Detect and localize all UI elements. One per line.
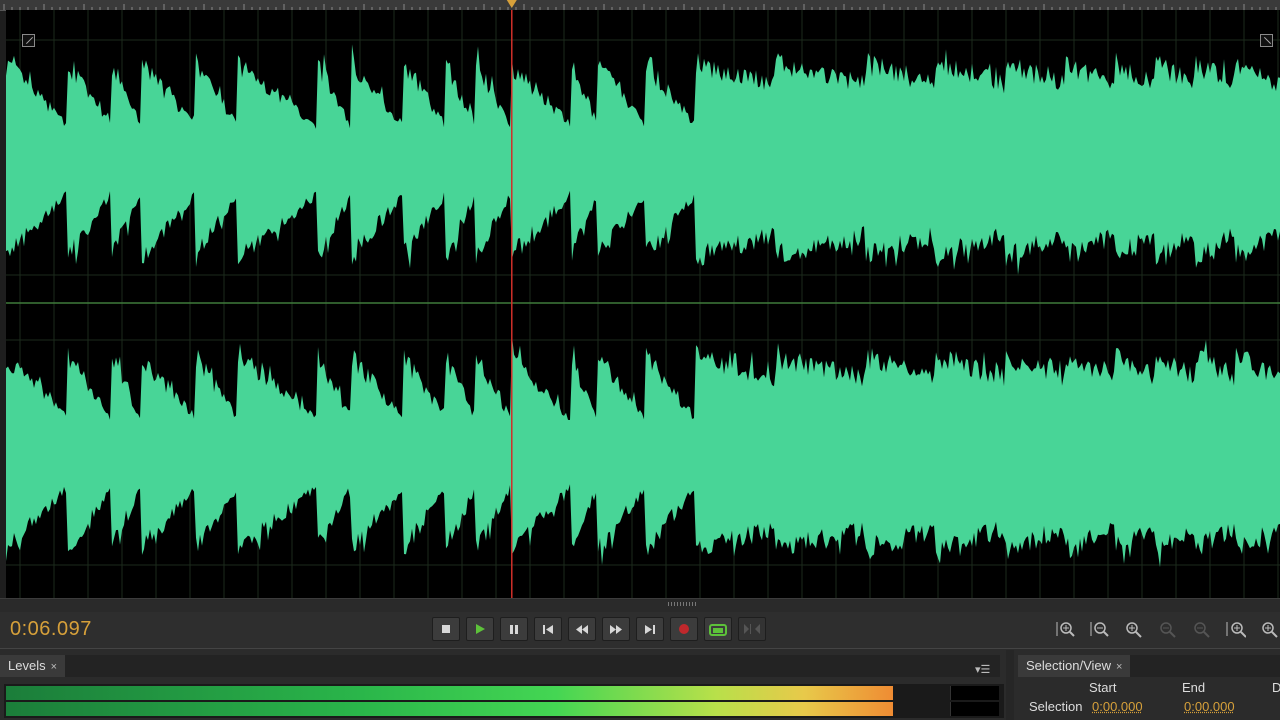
bottom-panels: Levels × ▾☰ Selection/View × Start End D S… [0, 650, 1280, 720]
skip-selection-icon [744, 624, 760, 634]
zoom-in-amplitude-icon [1056, 622, 1075, 637]
tab-selection-view-label: Selection/View [1026, 658, 1112, 673]
expand-right-icon[interactable] [1260, 34, 1273, 47]
start-column-header: Start [1089, 680, 1117, 695]
pause-icon [510, 624, 518, 634]
selection-tab-strip: Selection/View × [1018, 655, 1280, 677]
zoom-in-at-end-button[interactable] [1260, 618, 1280, 640]
expand-left-icon[interactable] [22, 34, 35, 47]
panel-resize-handle[interactable] [0, 598, 1280, 613]
selection-row-label: Selection [1029, 699, 1083, 714]
zoom-tools [1056, 618, 1280, 640]
ruler-ticks [3, 0, 1277, 10]
end-column-header: End [1182, 680, 1206, 695]
tab-levels-label: Levels [8, 658, 46, 673]
levels-tab-strip: Levels × ▾☰ [0, 655, 1000, 677]
tab-levels[interactable]: Levels × [0, 655, 66, 677]
zoom-in-time-icon [1126, 622, 1142, 638]
zoom-out-amplitude-button[interactable] [1090, 618, 1110, 640]
panel-menu-icon[interactable]: ▾☰ [975, 663, 990, 676]
zoom-out-time-icon [1160, 622, 1176, 638]
stop-button[interactable] [432, 617, 460, 641]
skip-forward-icon [645, 624, 655, 634]
rewind-icon [576, 624, 588, 634]
waveform-display[interactable] [6, 10, 1280, 598]
zoom-in-at-end-icon [1262, 622, 1278, 638]
zoom-in-time-button[interactable] [1124, 618, 1144, 640]
level-meter-left [6, 686, 894, 700]
record-button[interactable] [670, 617, 698, 641]
loop-playback-button[interactable] [704, 617, 732, 641]
waveform-channel-1 [6, 44, 1280, 275]
zoom-in-at-start-button[interactable] [1226, 618, 1246, 640]
tab-selection-view[interactable]: Selection/View × [1018, 655, 1131, 677]
pause-button[interactable] [500, 617, 528, 641]
zoom-out-full-button[interactable] [1192, 618, 1212, 640]
peak-indicator-left[interactable] [950, 686, 999, 700]
peak-indicator-right[interactable] [950, 702, 999, 716]
zoom-out-time-button[interactable] [1158, 618, 1178, 640]
panel-divider[interactable] [1006, 650, 1014, 720]
play-button[interactable] [466, 617, 494, 641]
zoom-out-amplitude-icon [1090, 622, 1109, 637]
close-icon[interactable]: × [51, 661, 57, 673]
close-icon[interactable]: × [1116, 661, 1122, 673]
current-time-display[interactable]: 0:06.097 [10, 618, 92, 641]
selection-start-value[interactable]: 0:00.000 [1092, 699, 1143, 714]
zoom-out-full-icon [1194, 622, 1210, 638]
selection-end-value[interactable]: 0:00.000 [1184, 699, 1235, 714]
loop-icon [709, 624, 727, 636]
fast-forward-button[interactable] [602, 617, 630, 641]
play-icon [476, 624, 485, 634]
waveform-editor[interactable] [0, 0, 1280, 613]
grip-icon[interactable] [668, 602, 698, 606]
record-icon [679, 624, 689, 634]
waveform-canvas[interactable] [6, 10, 1280, 598]
skip-selection-button[interactable] [738, 617, 766, 641]
waveform-channel-2 [6, 335, 1280, 568]
transport-bar: 0:06.097 [0, 612, 1280, 649]
move-to-previous-button[interactable] [534, 617, 562, 641]
skip-back-icon [543, 624, 553, 634]
zoom-in-at-start-icon [1226, 622, 1246, 638]
rewind-button[interactable] [568, 617, 596, 641]
playhead-marker-icon [506, 0, 517, 8]
fast-forward-icon [610, 624, 622, 634]
move-to-next-button[interactable] [636, 617, 664, 641]
duration-column-header: D [1272, 680, 1280, 695]
stop-icon [442, 625, 450, 633]
transport-controls [432, 617, 766, 643]
level-meter [4, 684, 1004, 718]
zoom-in-amplitude-button[interactable] [1056, 618, 1076, 640]
level-meter-right [6, 702, 894, 716]
